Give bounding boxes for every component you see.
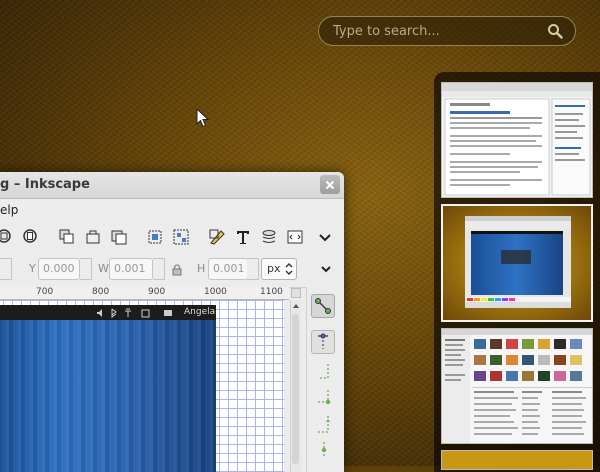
- imported-wallpaper-image[interactable]: [0, 305, 216, 472]
- unit-value: px: [267, 262, 281, 275]
- snap-bounding-box-icon: [318, 333, 328, 349]
- ruler-corner: [291, 288, 301, 298]
- y-label: Y: [29, 262, 36, 275]
- commands-toolbar: [0, 221, 344, 254]
- x-stepper[interactable]: [0, 258, 12, 280]
- ruler-label-800: 800: [92, 287, 110, 297]
- panel-status-icons: [97, 308, 172, 318]
- close-button[interactable]: [320, 175, 340, 194]
- ruler-label-900: 900: [148, 287, 166, 297]
- file-manager-window-preview: [442, 329, 592, 443]
- w-field[interactable]: 0.001: [109, 258, 153, 280]
- snap-bbox-edges-icon[interactable]: [314, 362, 334, 384]
- fill-stroke-icon[interactable]: [208, 228, 226, 246]
- workspace-thumbnail-2[interactable]: [441, 204, 593, 322]
- spin-arrows-icon: [285, 263, 293, 275]
- menu-help[interactable]: elp: [0, 203, 18, 217]
- vertical-scrollbar[interactable]: [290, 300, 301, 472]
- h-label: H: [197, 262, 206, 275]
- w-stepper[interactable]: [153, 258, 165, 280]
- window-title: g – Inkscape: [0, 177, 90, 192]
- snap-toggle-button[interactable]: [311, 294, 335, 318]
- zoom-drawing-icon[interactable]: [0, 228, 14, 246]
- zoom-page-icon[interactable]: [22, 228, 40, 246]
- ruler-label-1000: 1000: [204, 287, 227, 297]
- inkscape-window-preview: [443, 206, 591, 320]
- menubar: elp: [0, 199, 344, 221]
- ruler-label-1100: 1100: [260, 287, 283, 297]
- lock-icon[interactable]: [172, 264, 182, 276]
- panel-user-name: Angela: [184, 307, 216, 317]
- unlink-clone-icon[interactable]: [110, 228, 128, 246]
- snap-bbox-corners-icon[interactable]: [314, 388, 334, 410]
- w-label: W: [98, 262, 109, 275]
- document-window-preview: [442, 83, 592, 196]
- workspace-thumbnail-3[interactable]: [441, 328, 593, 444]
- text-font-icon[interactable]: [234, 228, 252, 246]
- chevron-down-icon[interactable]: [320, 264, 332, 274]
- h-field[interactable]: 0.001: [208, 258, 248, 280]
- workspace-thumbnail-1[interactable]: [441, 82, 593, 198]
- xml-editor-icon[interactable]: [286, 228, 304, 246]
- search-box[interactable]: [318, 16, 576, 46]
- clone-icon[interactable]: [84, 228, 102, 246]
- workspace-thumbnail-4[interactable]: [441, 450, 593, 470]
- chevron-down-icon[interactable]: [316, 228, 334, 246]
- unit-select[interactable]: px: [261, 258, 297, 280]
- y-stepper[interactable]: [80, 258, 92, 280]
- group-icon[interactable]: [146, 228, 164, 246]
- ungroup-icon[interactable]: [172, 228, 190, 246]
- snap-enable-icon: [315, 298, 331, 314]
- inkscape-window: g – Inkscape elp Y 0.000 W 0.001 H 0.001…: [0, 172, 344, 472]
- mouse-cursor-icon: [196, 108, 210, 128]
- close-icon: [325, 180, 335, 189]
- window-titlebar[interactable]: g – Inkscape: [0, 172, 344, 199]
- snap-bbox-center-icon[interactable]: [314, 440, 334, 462]
- horizontal-ruler: 700 800 900 1000 1100: [0, 287, 289, 300]
- y-field[interactable]: 0.000: [38, 258, 80, 280]
- scrollbar-thumb[interactable]: [292, 314, 299, 464]
- snap-bbox-midpoints-icon[interactable]: [314, 414, 334, 436]
- duplicate-icon[interactable]: [58, 228, 76, 246]
- search-icon: [548, 24, 563, 39]
- search-input[interactable]: [331, 22, 547, 40]
- layers-icon[interactable]: [260, 228, 278, 246]
- snap-bbox-button[interactable]: [311, 330, 335, 354]
- h-stepper[interactable]: [247, 258, 259, 280]
- ruler-label-700: 700: [36, 287, 54, 297]
- scroll-up-icon[interactable]: [292, 303, 300, 309]
